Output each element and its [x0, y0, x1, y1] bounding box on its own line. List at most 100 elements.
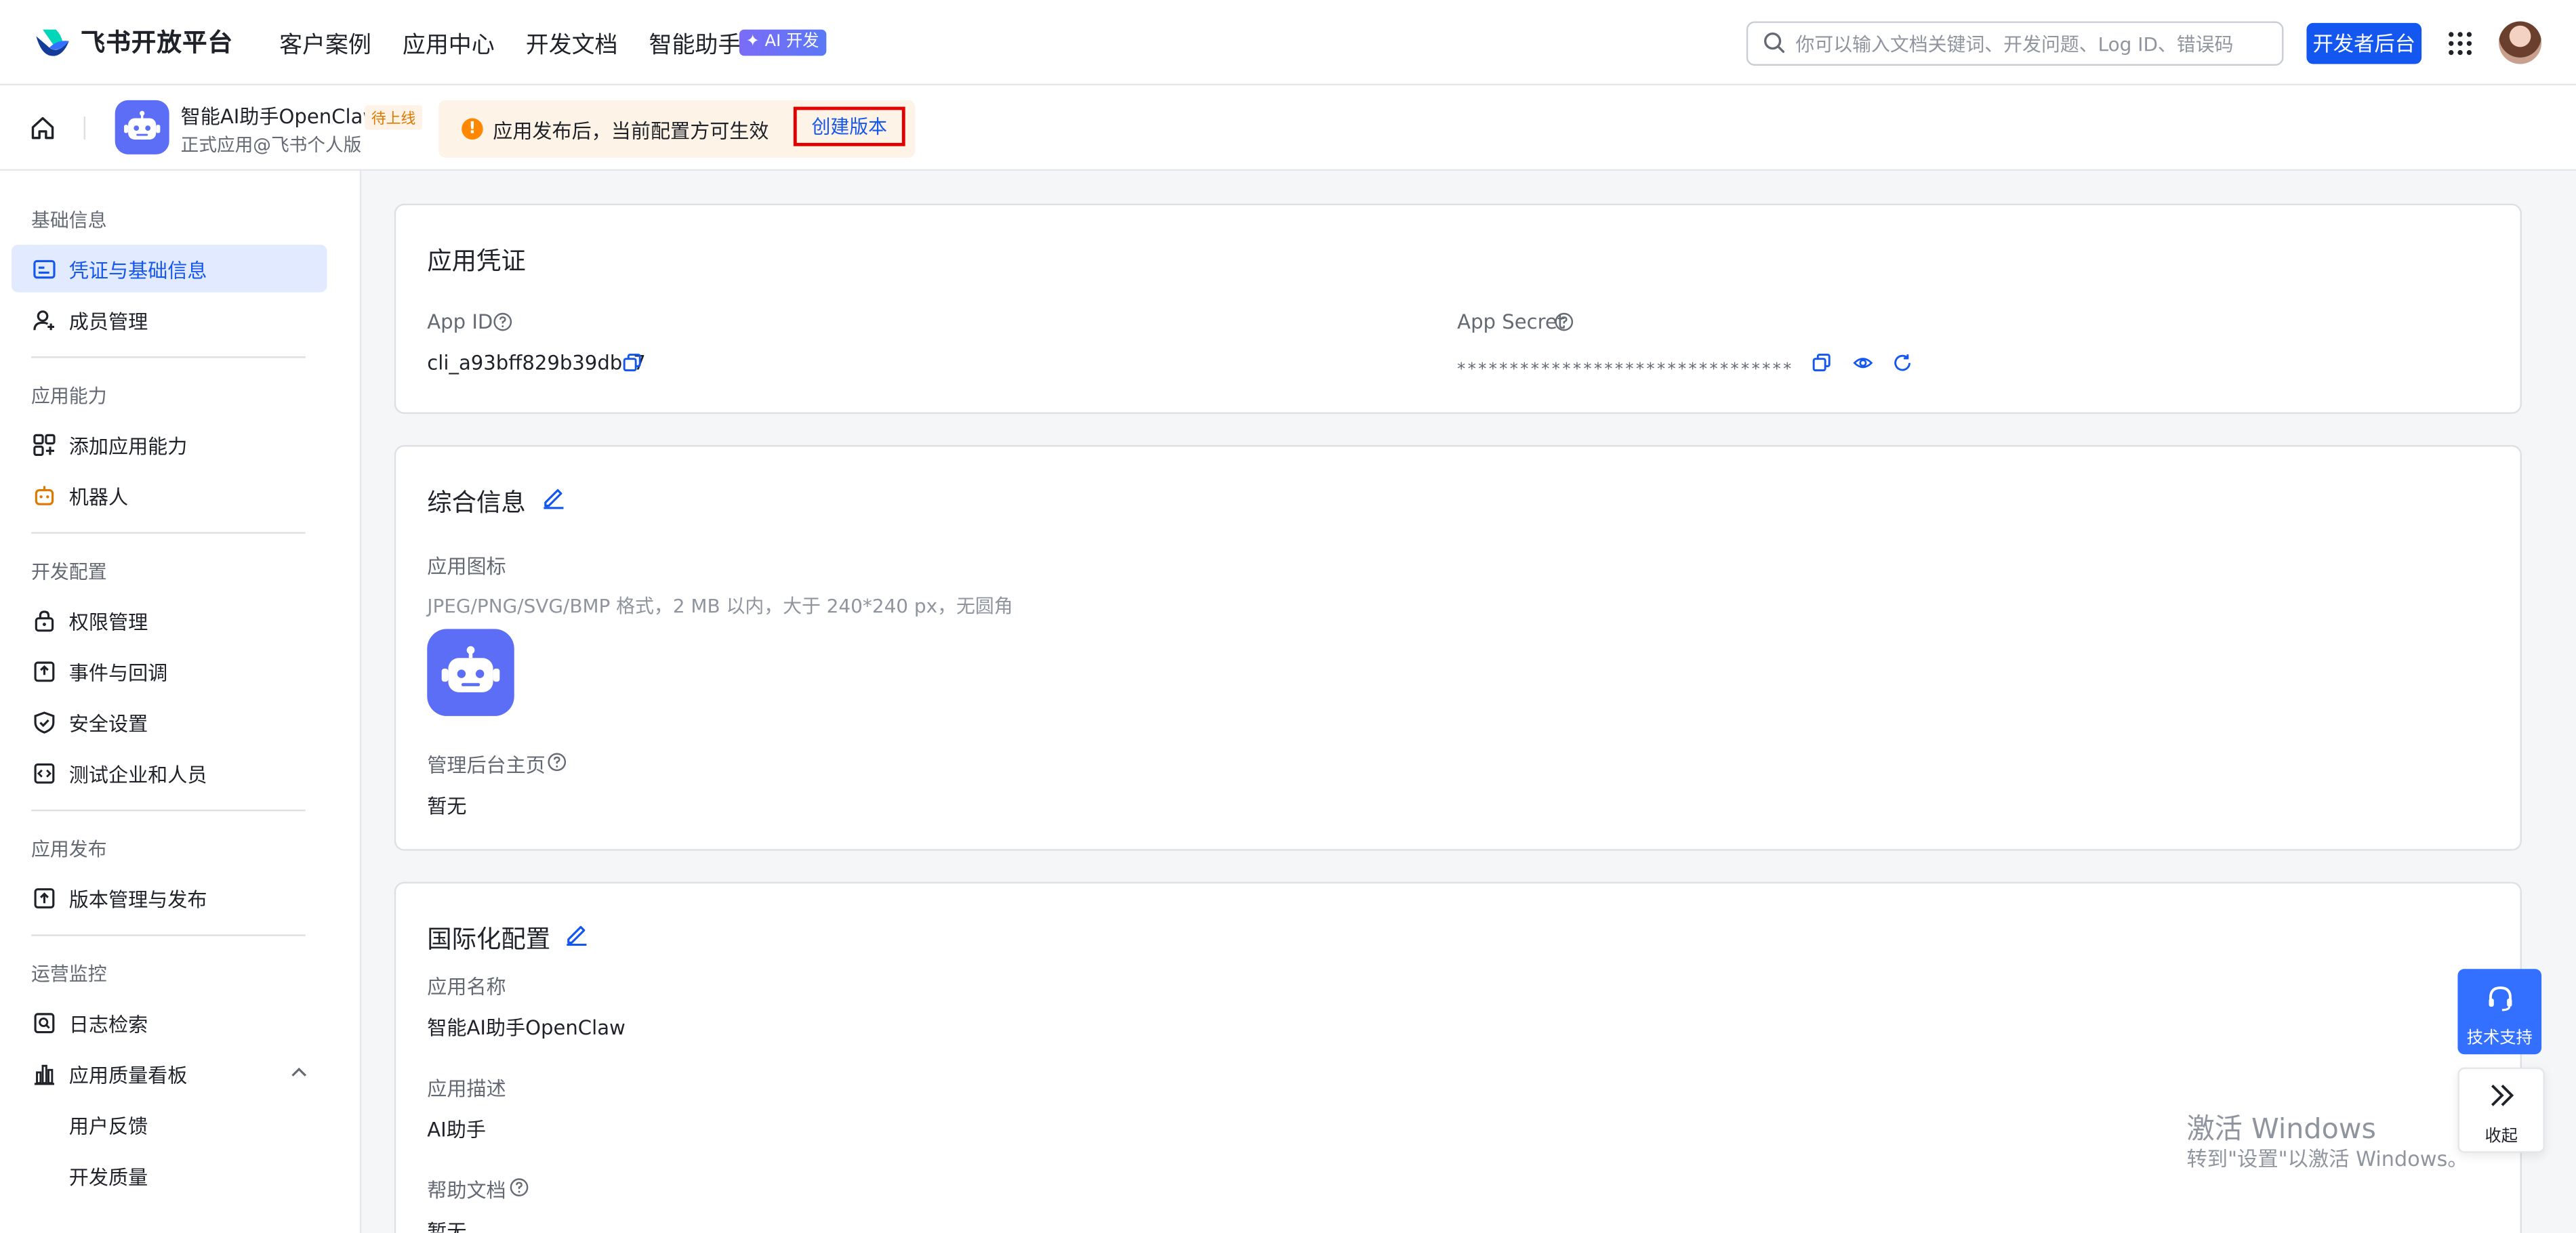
sidebar: 基础信息 凭证与基础信息 成员管理 应用能力 添加应用能力 机器人 开发配置 权… [0, 171, 362, 1233]
copy-icon[interactable] [1812, 353, 1832, 373]
lock-icon [35, 610, 54, 632]
app-icon-hint: JPEG/PNG/SVG/BMP 格式，2 MB 以内，大于 240*240 p… [427, 594, 1013, 618]
sidebar-item-label: 事件与回调 [68, 661, 168, 685]
i18n-title: 国际化配置 [427, 924, 551, 955]
sidebar-item-credentials[interactable]: 凭证与基础信息 [11, 245, 327, 293]
nav-link-assistant[interactable]: 智能助手 [649, 28, 741, 60]
app-icon-label: 应用图标 [427, 555, 506, 579]
sidebar-item-add-capability[interactable]: 添加应用能力 [12, 421, 327, 468]
top-navigation: 飞书开放平台 客户案例 应用中心 开发文档 智能助手 ✦ AI 开发 开发者后台 [0, 0, 2576, 86]
sidebar-item-events[interactable]: 事件与回调 [12, 647, 327, 694]
help-icon[interactable] [1554, 312, 1574, 332]
sidebar-item-label: 权限管理 [68, 610, 148, 634]
sidebar-item-versions[interactable]: 版本管理与发布 [12, 874, 327, 921]
collapse-label: 收起 [2485, 1128, 2518, 1147]
sidebar-item-user-feedback[interactable]: 用户反馈 [12, 1100, 327, 1148]
search-box[interactable] [1746, 21, 2284, 66]
copy-icon[interactable] [623, 353, 642, 373]
nav-link-cases[interactable]: 客户案例 [279, 28, 371, 60]
app-desc-value: AI助手 [427, 1118, 486, 1142]
app-id-label: App ID [427, 310, 493, 334]
refresh-icon[interactable] [1893, 353, 1913, 373]
sidebar-group-capability: 应用能力 [31, 384, 107, 408]
sidebar-divider [31, 810, 306, 812]
code-icon [34, 763, 55, 784]
sidebar-item-label: 成员管理 [68, 310, 148, 334]
sidebar-item-dev-quality[interactable]: 开发质量 [12, 1151, 327, 1198]
edit-icon[interactable] [565, 923, 588, 946]
user-avatar[interactable] [2499, 21, 2542, 64]
app-subtitle: 正式应用@飞书个人版 [180, 134, 362, 156]
search-input[interactable] [1792, 26, 2276, 63]
sidebar-item-label: 测试企业和人员 [68, 764, 207, 787]
ai-dev-tag[interactable]: ✦ AI 开发 [739, 29, 826, 56]
warning-icon: ! [462, 118, 483, 140]
edit-icon[interactable] [542, 486, 565, 509]
feishu-logo-icon [36, 28, 69, 56]
robot-icon [441, 646, 500, 692]
robot-icon [35, 486, 54, 505]
app-grid-icon[interactable] [2448, 31, 2472, 56]
sidebar-item-logs[interactable]: 日志检索 [12, 999, 327, 1046]
sidebar-item-label: 机器人 [68, 486, 129, 509]
sidebar-divider [31, 356, 306, 358]
help-icon[interactable] [547, 752, 567, 772]
sidebar-item-label: 安全设置 [68, 713, 148, 736]
sidebar-item-security[interactable]: 安全设置 [12, 698, 327, 745]
log-search-icon [34, 1013, 55, 1034]
app-name-value: 智能AI助手OpenClaw [427, 1016, 626, 1040]
robot-icon [124, 110, 161, 140]
app-id-value: cli_a93bff829b39dbc7 [427, 351, 646, 375]
help-doc-label: 帮助文档 [427, 1179, 506, 1203]
sidebar-item-label: 凭证与基础信息 [68, 259, 207, 283]
sidebar-item-permissions[interactable]: 权限管理 [12, 596, 327, 644]
admin-home-value: 暂无 [427, 795, 467, 818]
upload-icon [34, 888, 55, 908]
app-icon-preview[interactable] [427, 629, 514, 716]
add-capability-icon [33, 434, 56, 457]
nav-link-docs[interactable]: 开发文档 [526, 28, 618, 60]
eye-icon[interactable] [1853, 353, 1873, 373]
create-version-button[interactable]: 创建版本 [793, 106, 905, 146]
tech-support-button[interactable]: 技术支持 [2457, 969, 2542, 1055]
credentials-title: 应用凭证 [427, 246, 526, 276]
credentials-card: 应用凭证 App ID cli_a93bff829b39dbc7 App Sec… [394, 203, 2522, 414]
sidebar-item-label: 添加应用能力 [68, 435, 188, 459]
windows-activation-title: 激活 Windows [2186, 1113, 2376, 1147]
help-doc-value: 暂无 [427, 1220, 467, 1233]
general-info-title: 综合信息 [427, 487, 526, 518]
app-icon [115, 100, 169, 154]
developer-console-button[interactable]: 开发者后台 [2306, 22, 2422, 64]
bar-chart-icon [34, 1064, 54, 1085]
app-secret-value: ******************************** [1457, 361, 1794, 379]
sidebar-item-label: 用户反馈 [68, 1114, 148, 1138]
sidebar-group-dev-config: 开发配置 [31, 560, 107, 583]
sidebar-group-release: 应用发布 [31, 837, 107, 861]
sidebar-item-test-tenants[interactable]: 测试企业和人员 [12, 749, 327, 796]
search-icon [1763, 32, 1785, 54]
sidebar-item-label: 应用质量看板 [68, 1064, 188, 1087]
status-badge: 待上线 [365, 105, 423, 130]
home-icon[interactable] [30, 115, 56, 142]
sidebar-item-label: 版本管理与发布 [68, 888, 207, 912]
help-icon[interactable] [493, 312, 512, 332]
chevron-up-icon[interactable] [291, 1066, 307, 1079]
publish-notice: ! 应用发布后，当前配置方可生效 创建版本 [438, 100, 916, 158]
app-secret-label: App Secret [1457, 310, 1566, 334]
brand-name: 飞书开放平台 [80, 28, 234, 58]
sidebar-divider [31, 532, 306, 534]
sidebar-item-bot[interactable]: 机器人 [12, 472, 327, 519]
shield-icon [34, 711, 55, 734]
general-info-card: 综合信息 应用图标 JPEG/PNG/SVG/BMP 格式，2 MB 以内，大于… [394, 444, 2522, 851]
tech-support-label: 技术支持 [2466, 1029, 2533, 1048]
sidebar-group-basic: 基础信息 [31, 208, 107, 232]
nav-link-app-center[interactable]: 应用中心 [403, 28, 495, 60]
sidebar-item-label: 日志检索 [68, 1013, 148, 1037]
id-card-icon [33, 259, 56, 279]
sidebar-item-label: 开发质量 [68, 1166, 148, 1190]
collapse-button[interactable]: 收起 [2457, 1067, 2545, 1153]
help-icon[interactable] [509, 1177, 529, 1197]
brand-logo[interactable]: 飞书开放平台 [35, 24, 233, 59]
sidebar-item-quality-board[interactable]: 应用质量看板 [12, 1049, 327, 1097]
sidebar-item-members[interactable]: 成员管理 [12, 295, 327, 343]
